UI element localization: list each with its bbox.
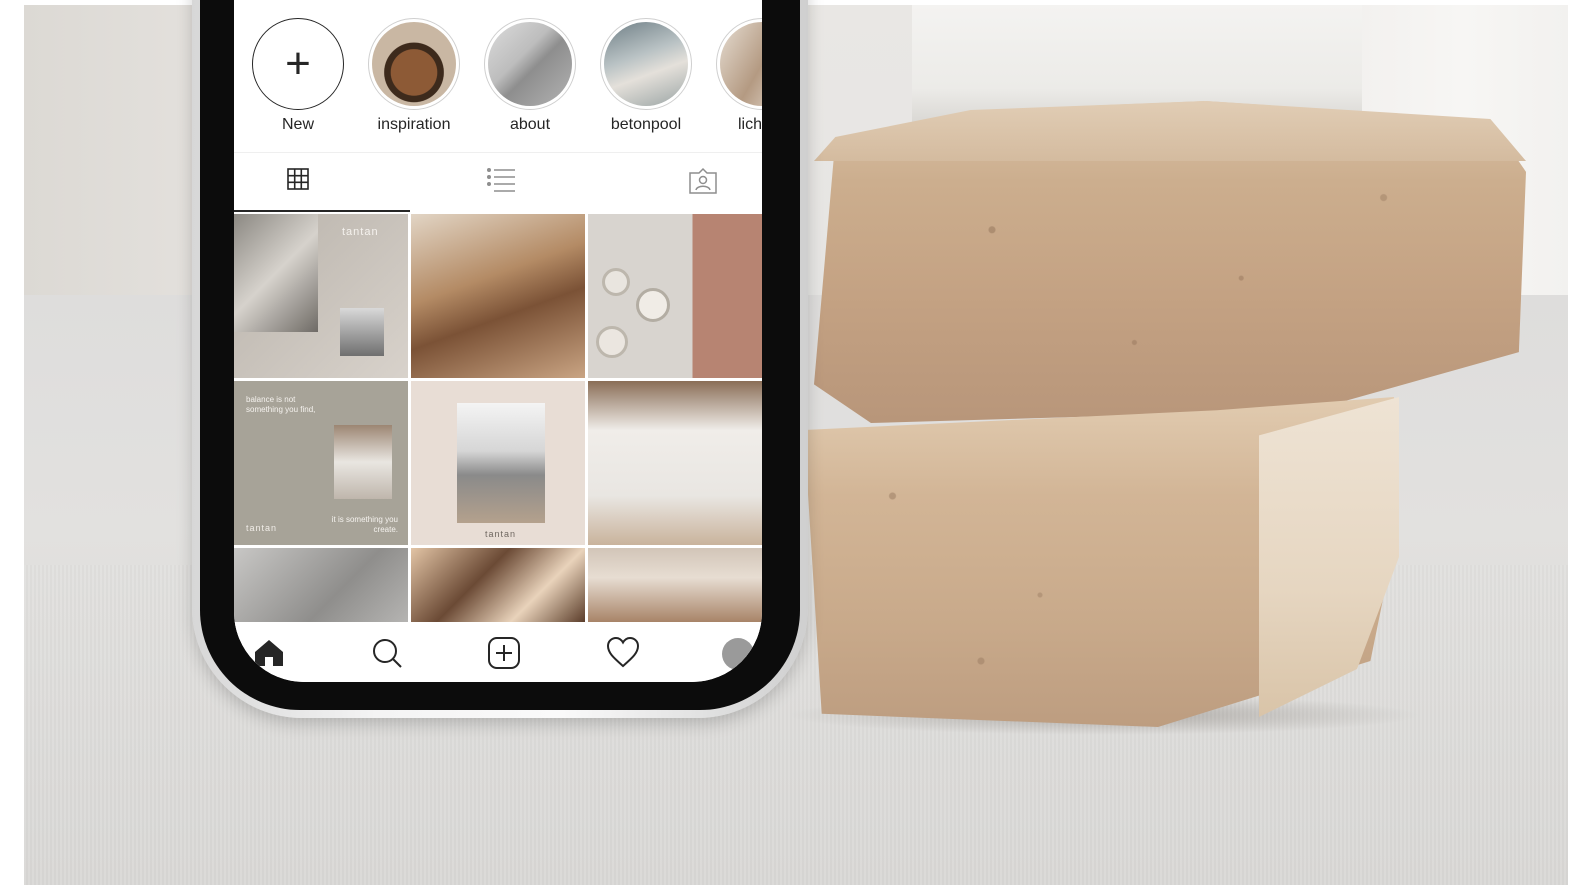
- post-photo: [340, 308, 384, 356]
- post-grid: tantan balance is not something you find…: [234, 214, 762, 622]
- grid-post[interactable]: balance is not something you find, it is…: [234, 381, 408, 545]
- post-quote: it is something you create.: [331, 515, 398, 534]
- grid-post[interactable]: tantan: [411, 381, 585, 545]
- post-photo: [457, 403, 545, 523]
- profile-tabs: [234, 152, 762, 212]
- tab-tagged[interactable]: [688, 167, 718, 197]
- post-brand: tantan: [246, 523, 278, 533]
- tab-list[interactable]: [486, 167, 516, 197]
- highlight-cover: [604, 22, 688, 106]
- highlight-ring: [600, 18, 692, 110]
- search-icon: [373, 639, 402, 668]
- highlight-lich[interactable]: lich: [712, 18, 762, 134]
- story-highlights: + New inspiration about betonpool lich: [234, 18, 762, 146]
- nav-new-post[interactable]: [487, 636, 521, 670]
- highlight-about[interactable]: about: [480, 18, 580, 134]
- grid-post[interactable]: [234, 548, 408, 622]
- highlight-new[interactable]: + New: [248, 18, 348, 134]
- highlight-cover: [372, 22, 456, 106]
- nav-home[interactable]: [252, 636, 286, 670]
- post-photo: [334, 425, 392, 499]
- home-icon: [255, 640, 283, 666]
- tab-grid[interactable]: [286, 167, 316, 197]
- highlight-label: betonpool: [610, 116, 682, 133]
- bottom-navigation: [234, 622, 762, 682]
- post-quote: balance is not something you find,: [246, 395, 316, 414]
- phone-screen: + New inspiration about betonpool lich t…: [234, 0, 762, 682]
- grid-post[interactable]: [588, 214, 762, 378]
- grid-post[interactable]: tantan: [234, 214, 408, 378]
- highlight-label: New: [281, 116, 314, 133]
- heart-icon: [606, 636, 640, 668]
- highlight-betonpool[interactable]: betonpool: [596, 18, 696, 134]
- grid-post[interactable]: [411, 548, 585, 622]
- highlight-ring: [716, 18, 762, 110]
- highlight-cover: [720, 22, 762, 106]
- highlight-label: lich: [738, 116, 762, 133]
- plus-icon: +: [285, 39, 311, 88]
- post-photo: [602, 268, 630, 296]
- tagged-icon: [689, 167, 717, 194]
- grid-post[interactable]: [411, 214, 585, 378]
- post-photo: [234, 214, 318, 332]
- nav-activity[interactable]: [606, 636, 640, 670]
- highlight-label: inspiration: [377, 116, 451, 133]
- post-photo: [636, 288, 670, 322]
- post-brand: tantan: [485, 529, 517, 539]
- profile-avatar[interactable]: [722, 638, 754, 670]
- list-icon: [486, 167, 515, 192]
- highlight-inspiration[interactable]: inspiration: [364, 18, 464, 134]
- highlight-ring: +: [252, 18, 344, 110]
- highlight-ring: [484, 18, 576, 110]
- highlight-label: about: [509, 116, 551, 133]
- highlight-cover: [488, 22, 572, 106]
- active-tab-indicator: [234, 210, 410, 212]
- grid-icon: [287, 168, 309, 190]
- post-brand: tantan: [342, 226, 379, 238]
- nav-search[interactable]: [370, 636, 404, 670]
- grid-post[interactable]: [588, 548, 762, 622]
- add-post-icon: [488, 637, 520, 669]
- highlight-ring: [368, 18, 460, 110]
- wall-left: [24, 5, 194, 295]
- grid-post[interactable]: [588, 381, 762, 545]
- post-photo: [596, 326, 628, 358]
